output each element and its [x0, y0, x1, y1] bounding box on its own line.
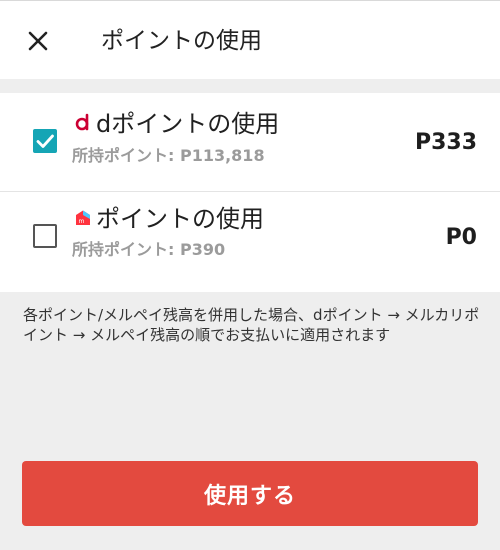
- applied-amount: P333: [414, 130, 477, 155]
- close-button[interactable]: [22, 25, 54, 57]
- mercari-point-checkbox[interactable]: [33, 224, 57, 248]
- held-points-label: 所持ポイント: P113,818: [72, 146, 265, 165]
- merpay-logo-icon: m: [76, 210, 90, 225]
- point-options-card: dポイントの使用 所持ポイント: P113,818 P333 m ポイントの使用…: [0, 93, 500, 292]
- divider: [0, 191, 500, 192]
- option-d-point[interactable]: dポイントの使用 所持ポイント: P113,818 P333: [0, 93, 500, 192]
- held-points-label: 所持ポイント: P390: [72, 240, 226, 259]
- screen: ポイントの使用 dポイントの使用 所持ポイント: P113,818 P333 m…: [0, 0, 500, 550]
- option-title: ポイントの使用: [96, 205, 264, 233]
- checkmark-icon: [36, 134, 54, 148]
- use-button[interactable]: 使用する: [22, 461, 478, 526]
- d-point-logo-icon: [75, 113, 89, 131]
- applied-amount: P0: [445, 225, 477, 250]
- close-icon: [28, 31, 48, 51]
- page-title: ポイントの使用: [101, 28, 262, 54]
- d-point-checkbox[interactable]: [33, 129, 57, 153]
- option-title: dポイントの使用: [96, 110, 280, 138]
- usage-order-note: 各ポイント/メルペイ残高を併用した場合、dポイント → メルカリポイント → メ…: [23, 306, 480, 344]
- option-mercari-point[interactable]: m ポイントの使用 所持ポイント: P390 P0: [0, 193, 500, 292]
- header-bar: ポイントの使用: [0, 0, 500, 79]
- svg-text:m: m: [79, 218, 85, 225]
